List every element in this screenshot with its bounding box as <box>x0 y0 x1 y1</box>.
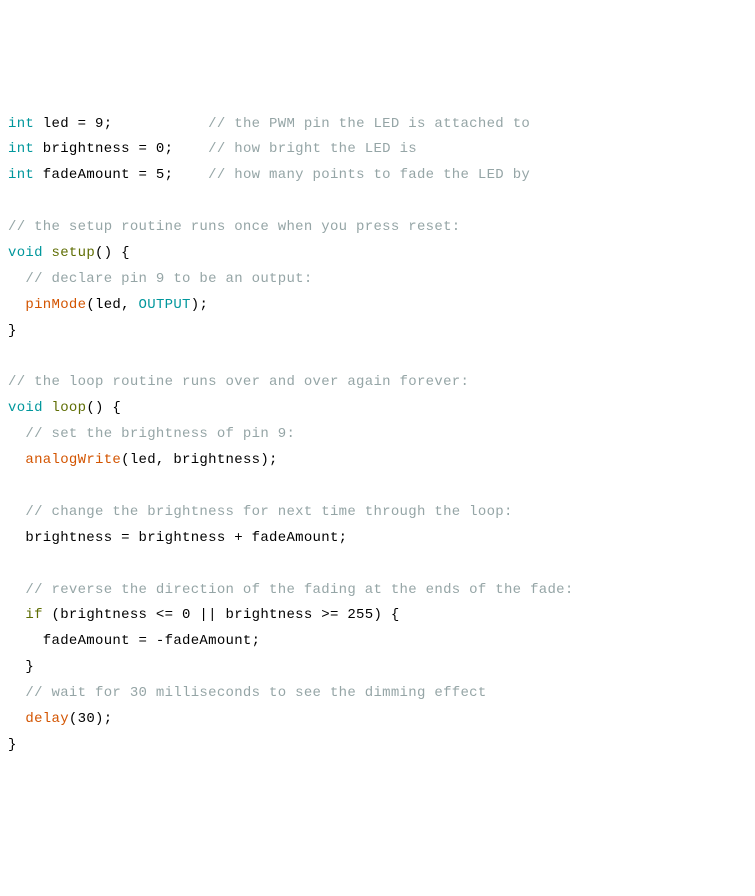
code-line: brightness = brightness + fadeAmount; <box>8 530 347 546</box>
comment: // change the brightness for next time t… <box>8 504 513 520</box>
code-line: // the setup routine runs once when you … <box>8 219 460 235</box>
code-line: // wait for 30 milliseconds to see the d… <box>8 685 487 701</box>
comment: // how many points to fade the LED by <box>208 167 530 183</box>
code-text: } <box>8 659 34 675</box>
comment: // the PWM pin the LED is attached to <box>208 116 530 132</box>
code-text: (led, <box>86 297 138 313</box>
code-line: delay(30); <box>8 711 112 727</box>
code-line: // set the brightness of pin 9: <box>8 426 295 442</box>
comment: // set the brightness of pin 9: <box>8 426 295 442</box>
code-line: int led = 9; // the PWM pin the LED is a… <box>8 116 530 132</box>
code-text: (brightness <= 0 || brightness >= 255) { <box>43 607 400 623</box>
code-line: // the loop routine runs over and over a… <box>8 374 469 390</box>
code-text: ); <box>191 297 208 313</box>
code-text: } <box>8 323 17 339</box>
code-line: int fadeAmount = 5; // how many points t… <box>8 167 530 183</box>
keyword-if: if <box>25 607 42 623</box>
code-line: } <box>8 659 34 675</box>
function-name: loop <box>43 400 87 416</box>
code-line: fadeAmount = -fadeAmount; <box>8 633 260 649</box>
code-line: // reverse the direction of the fading a… <box>8 582 574 598</box>
comment: // the setup routine runs once when you … <box>8 219 460 235</box>
code-line: int brightness = 0; // how bright the LE… <box>8 141 417 157</box>
code-line: void setup() { <box>8 245 130 261</box>
indent <box>8 607 25 623</box>
code-text: brightness = 0; <box>34 141 208 157</box>
function-name: setup <box>43 245 95 261</box>
code-text: } <box>8 737 17 753</box>
code-line: } <box>8 323 17 339</box>
code-line: } <box>8 737 17 753</box>
code-text: fadeAmount = -fadeAmount; <box>8 633 260 649</box>
comment: // declare pin 9 to be an output: <box>8 271 313 287</box>
builtin-function: analogWrite <box>25 452 121 468</box>
code-line: void loop() { <box>8 400 121 416</box>
code-line: if (brightness <= 0 || brightness >= 255… <box>8 607 400 623</box>
code-line: analogWrite(led, brightness); <box>8 452 278 468</box>
code-block: int led = 9; // the PWM pin the LED is a… <box>8 112 747 759</box>
comment: // reverse the direction of the fading a… <box>8 582 574 598</box>
code-text: (led, brightness); <box>121 452 278 468</box>
code-text: () { <box>86 400 121 416</box>
comment: // the loop routine runs over and over a… <box>8 374 469 390</box>
code-line: pinMode(led, OUTPUT); <box>8 297 208 313</box>
comment: // wait for 30 milliseconds to see the d… <box>8 685 487 701</box>
keyword-void: void <box>8 245 43 261</box>
indent <box>8 711 25 727</box>
comment: // how bright the LED is <box>208 141 417 157</box>
keyword-void: void <box>8 400 43 416</box>
builtin-function: delay <box>25 711 69 727</box>
code-text: led = 9; <box>34 116 208 132</box>
keyword-int: int <box>8 141 34 157</box>
keyword-int: int <box>8 167 34 183</box>
builtin-function: pinMode <box>25 297 86 313</box>
code-line: // change the brightness for next time t… <box>8 504 513 520</box>
code-text: brightness = brightness + fadeAmount; <box>8 530 347 546</box>
code-text: (30); <box>69 711 113 727</box>
code-line: // declare pin 9 to be an output: <box>8 271 313 287</box>
indent <box>8 452 25 468</box>
constant: OUTPUT <box>139 297 191 313</box>
indent <box>8 297 25 313</box>
code-text: fadeAmount = 5; <box>34 167 208 183</box>
code-text: () { <box>95 245 130 261</box>
keyword-int: int <box>8 116 34 132</box>
